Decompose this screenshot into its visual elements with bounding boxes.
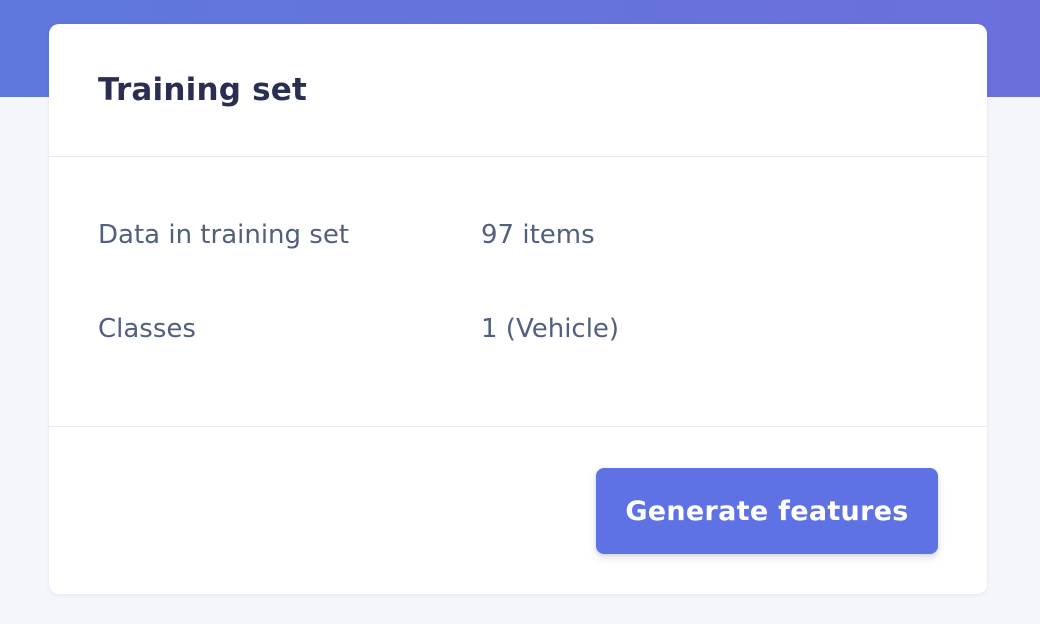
data-value: 97 items (481, 220, 595, 250)
generate-features-button[interactable]: Generate features (596, 468, 938, 554)
info-row-classes: Classes 1 (Vehicle) (98, 313, 987, 345)
classes-value: 1 (Vehicle) (481, 314, 620, 344)
card-title: Training set (98, 72, 308, 108)
card-header: Training set (49, 24, 987, 157)
data-label: Data in training set (98, 220, 350, 250)
info-row-data: Data in training set 97 items (98, 219, 987, 251)
card-body: Data in training set 97 items Classes 1 … (49, 157, 987, 427)
training-set-card: Training set Data in training set 97 ite… (49, 24, 987, 594)
card-footer: Generate features (49, 427, 987, 594)
classes-label: Classes (98, 314, 196, 344)
